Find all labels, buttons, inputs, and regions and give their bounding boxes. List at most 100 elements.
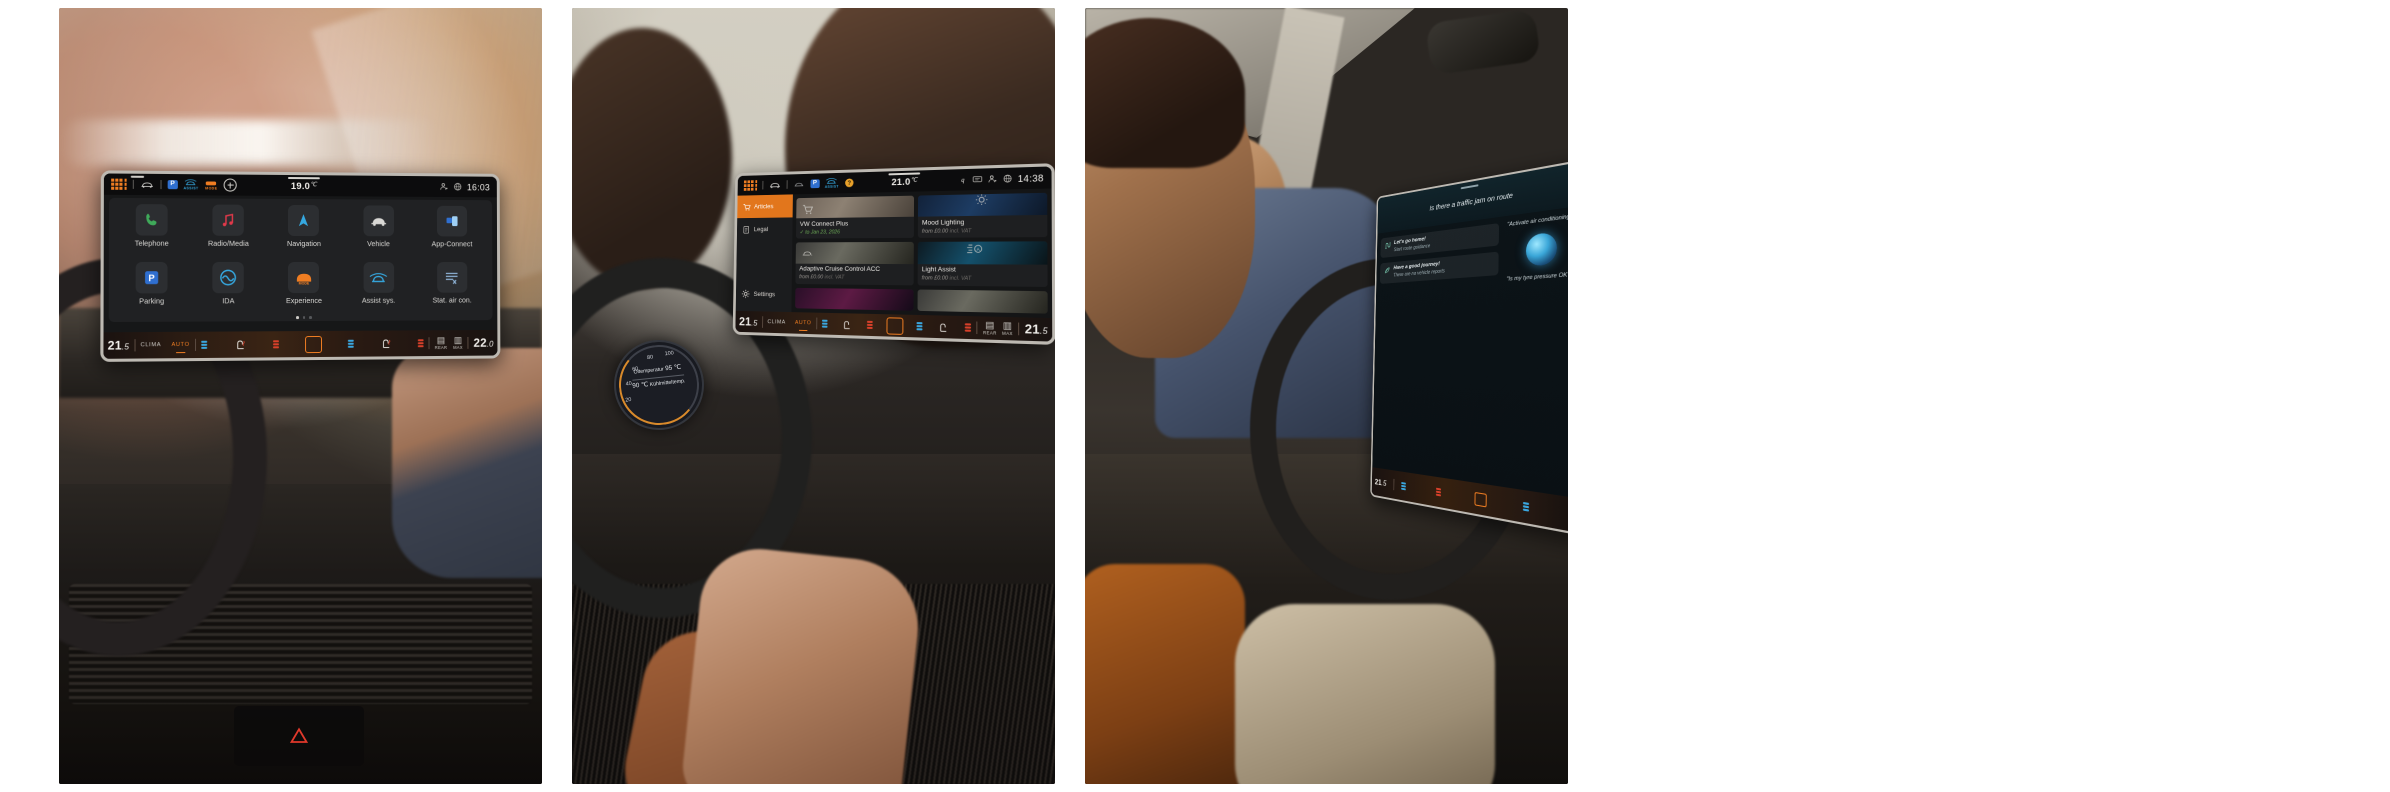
fan-slider-left[interactable] [200,341,208,349]
ida-wave-icon[interactable] [212,261,245,294]
shop-card-partial[interactable] [917,289,1048,314]
driver-temperature[interactable]: 21.5 [108,338,130,352]
share-users-icon[interactable] [440,182,449,191]
driving-mode-icon[interactable]: MODE [205,179,218,191]
hazard-triangle-icon[interactable] [289,727,309,745]
navigation-arrow-icon[interactable] [288,204,320,237]
assist-car-icon[interactable] [363,262,394,293]
shop-card[interactable]: A Light Assist from £0.00 incl. VAT [917,241,1048,287]
temp-slider-left[interactable] [273,340,280,349]
climate-menu-icon[interactable] [885,316,903,335]
app-tile-ida[interactable]: IDA [190,261,266,320]
auto-button[interactable]: AUTO [795,320,812,326]
car-front-icon[interactable] [769,180,782,189]
share-users-icon[interactable] [988,174,998,184]
climate-air-icon[interactable] [436,262,468,293]
page-indicator[interactable] [109,316,493,320]
temp-slider-right[interactable] [965,323,972,332]
pull-down-handle[interactable] [1460,184,1479,189]
app-tile-navigation[interactable]: Navigation [266,204,341,262]
shop-card[interactable]: Mood Lighting from £0.00 incl. VAT [917,192,1048,239]
infotainment-screen[interactable]: Is there a traffic jam on route Let's go… [1370,158,1568,537]
app-tile-parking[interactable]: P Parking [113,261,190,320]
shop-card[interactable]: VW Connect Plus ✓ to Jan 23, 2026 [795,195,915,239]
ida-hint[interactable]: "Is my tyre pressure OK?" [1506,272,1568,285]
temp-slider-right[interactable] [418,339,425,347]
shop-sidebar[interactable]: Articles Legal Settings [735,194,793,313]
plus-circle-icon[interactable] [223,178,238,192]
passenger-temperature[interactable]: 22.0 [473,336,493,350]
temp-slider-left[interactable] [1436,488,1442,497]
steering-heating-icon[interactable] [379,337,393,349]
infotainment-screen[interactable]: P ASSIST MODE 19.0℃ 16:03 Telephone Radi… [100,170,501,362]
phone-icon[interactable] [135,204,168,236]
car-front-icon[interactable] [140,180,154,189]
globe-icon[interactable] [453,182,462,191]
app-tile-experience[interactable]: MODE Experience [266,261,341,319]
parking-p-icon[interactable]: P [135,261,168,294]
driver-temperature[interactable]: 21.5 [739,315,758,329]
car-front-icon[interactable] [363,205,394,237]
qi-charging-icon[interactable]: q [959,175,967,184]
fan-slider-right[interactable] [1523,502,1530,512]
app-tile-app-connect[interactable]: App-Connect [415,205,488,262]
infotainment-screen[interactable]: P ASSIST ? 21.0℃ q 14:38 Articles Legal … [732,163,1055,345]
fan-slider-right[interactable] [916,322,924,331]
fan-slider-left[interactable] [821,319,828,328]
ida-hint[interactable]: "Activate air conditioning" [1507,213,1568,230]
clima-button[interactable]: CLIMA [767,319,785,325]
ida-orb-icon[interactable] [1526,231,1558,267]
globe-icon[interactable] [1003,174,1013,184]
shop-card-grid[interactable]: VW Connect Plus ✓ to Jan 23, 2026 Mood L… [791,188,1052,318]
apps-grid-icon[interactable] [111,178,127,190]
app-tile-telephone[interactable]: Telephone [113,204,190,262]
rear-defrost-button[interactable]: ▤ REAR [435,335,448,350]
driver-temperature[interactable]: 21.5 [1375,477,1387,487]
passenger-temperature[interactable]: 21.5 [1025,322,1048,338]
driving-mode-icon[interactable]: MODE [288,261,320,294]
temp-slider-left[interactable] [866,321,873,329]
sidebar-item-articles[interactable]: Articles [737,194,793,219]
help-question-icon[interactable]: ? [844,177,855,188]
temperature-slider-bar[interactable] [888,172,921,175]
climate-bar[interactable]: 21.5 CLIMA AUTO ▤ REAR ▥ MAX 22.0 [103,329,498,359]
app-tile-assist-sys[interactable]: Assist sys. [341,262,415,319]
pull-down-handle[interactable] [130,175,145,178]
assist-car-icon[interactable]: ASSIST [183,178,199,191]
steering-heating-icon[interactable] [937,321,950,333]
seat-heating-icon[interactable] [841,319,854,330]
parking-p-icon[interactable]: P [167,180,178,189]
fan-slider-right[interactable] [347,340,354,348]
clima-button[interactable]: CLIMA [141,342,162,348]
climate-menu-icon[interactable] [305,335,323,353]
app-tile-radio-media[interactable]: Radio/Media [190,204,266,262]
max-defrost-button[interactable]: ▥ MAX [453,335,463,350]
assist-car-icon[interactable] [793,180,805,189]
max-defrost-button[interactable]: ▥ MAX [1002,320,1013,336]
rear-defrost-button[interactable]: ▤ REAR [983,320,997,336]
parking-p-icon[interactable]: P [810,179,820,188]
apps-grid-icon[interactable] [743,180,758,191]
app-grid[interactable]: Telephone Radio/Media Navigation Vehicle… [108,197,493,323]
temperature-slider-bar[interactable] [287,177,320,179]
music-note-icon[interactable] [212,204,245,236]
ida-hint-column[interactable]: "Activate air conditioning" "Is my tyre … [1500,205,1568,498]
temperature-readout[interactable]: 21.0℃ [888,172,921,188]
sidebar-item-legal[interactable]: Legal [737,217,793,240]
shop-card[interactable]: Adaptive Cruise Control ACC from £0.00 i… [795,242,914,286]
ida-suggestion-item[interactable]: Have a good journey! There are no vehicl… [1379,251,1499,284]
auto-button[interactable]: AUTO [171,342,189,348]
app-tile-stat-air-con[interactable]: Stat. air con. [415,262,488,318]
sidebar-item-settings[interactable]: Settings [736,282,792,306]
app-tile-vehicle[interactable]: Vehicle [341,205,415,262]
message-bubble-icon[interactable] [972,175,982,184]
assist-icon[interactable]: ASSIST [825,177,839,190]
seat-heating-icon[interactable] [233,338,247,350]
shop-card-partial[interactable] [795,287,914,311]
ida-suggestion-list[interactable]: Let's go home! Start route guidance Have… [1372,216,1503,486]
fan-slider-left[interactable] [1400,482,1406,491]
climate-menu-icon[interactable] [1474,491,1487,507]
center-console-buttons[interactable] [234,706,364,766]
temperature-readout[interactable]: 19.0℃ [287,177,320,192]
app-connect-icon[interactable] [436,205,467,237]
